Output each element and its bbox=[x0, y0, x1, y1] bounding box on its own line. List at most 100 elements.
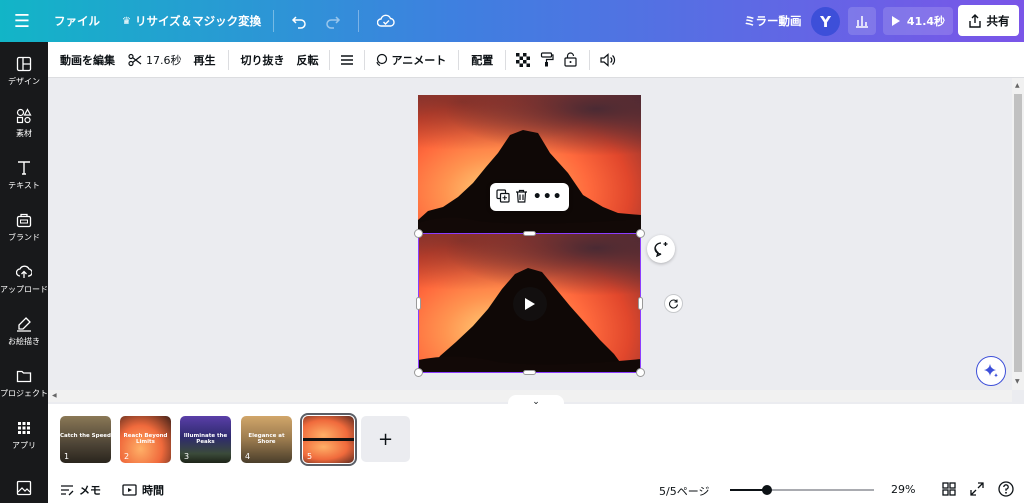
flip-button[interactable]: 反転 bbox=[297, 52, 319, 68]
more-options-icon[interactable]: ••• bbox=[533, 189, 563, 205]
resize-handle-bottom[interactable] bbox=[523, 370, 536, 375]
vertical-scrollbar[interactable]: ▲ ▼ bbox=[1012, 78, 1024, 390]
transparency-icon[interactable] bbox=[516, 52, 531, 67]
paint-roller-icon[interactable] bbox=[540, 52, 554, 67]
sidebar-item-label: デザイン bbox=[8, 77, 40, 86]
animate-icon bbox=[375, 53, 387, 66]
divider bbox=[589, 49, 591, 70]
sidebar-item-projects[interactable]: プロジェクト bbox=[0, 368, 48, 399]
animate-label: アニメート bbox=[391, 53, 447, 67]
scroll-up-icon[interactable]: ▲ bbox=[1015, 82, 1020, 89]
resize-handle-top-left[interactable] bbox=[414, 229, 423, 238]
resize-handle-bottom-left[interactable] bbox=[414, 368, 423, 377]
scroll-down-icon[interactable]: ▼ bbox=[1015, 378, 1020, 385]
draw-icon bbox=[17, 317, 31, 332]
present-duration: 41.4秒 bbox=[906, 15, 946, 28]
duplicate-icon[interactable] bbox=[496, 188, 510, 206]
fullscreen-icon[interactable] bbox=[970, 482, 984, 499]
magic-assistant-button[interactable] bbox=[976, 356, 1006, 386]
rotate-button[interactable] bbox=[664, 294, 683, 313]
sidebar-item-photos[interactable] bbox=[0, 480, 48, 496]
page-thumbnail-4[interactable]: Elegance at Shore 4 bbox=[241, 416, 292, 463]
comment-add-icon bbox=[654, 242, 668, 257]
page-indicator[interactable]: 5/5ページ bbox=[659, 483, 709, 499]
animate-button[interactable]: アニメート bbox=[374, 52, 447, 68]
image-icon bbox=[16, 480, 32, 496]
sidebar-item-brand[interactable]: ブランド bbox=[0, 212, 48, 243]
volume-icon[interactable] bbox=[600, 52, 616, 67]
menu-icon[interactable]: ☰ bbox=[0, 0, 44, 42]
sidebar-item-design[interactable]: デザイン bbox=[0, 56, 48, 87]
page-thumbnail-2[interactable]: Reach Beyond Limits 2 bbox=[120, 416, 171, 463]
notes-button[interactable]: メモ bbox=[60, 482, 101, 498]
page-thumbnail-5[interactable]: 5 bbox=[300, 413, 357, 466]
edit-video-button[interactable]: 動画を編集 bbox=[60, 52, 115, 68]
scroll-left-icon[interactable]: ◀ bbox=[52, 392, 57, 399]
file-menu-button[interactable]: ファイル bbox=[54, 13, 100, 29]
lock-icon[interactable] bbox=[564, 52, 577, 67]
divider bbox=[273, 10, 275, 32]
undo-icon[interactable] bbox=[286, 8, 312, 34]
zoom-slider[interactable] bbox=[730, 485, 874, 495]
sidebar-item-text[interactable]: テキスト bbox=[0, 160, 48, 191]
thumbnail-number: 5 bbox=[307, 452, 313, 461]
play-video-button[interactable] bbox=[513, 287, 547, 321]
resize-handle-top-right[interactable] bbox=[636, 229, 645, 238]
page-thumbnail-1[interactable]: Catch the Speed 1 bbox=[60, 416, 111, 463]
plus-icon: + bbox=[377, 428, 394, 450]
avatar[interactable]: Y bbox=[811, 7, 840, 36]
share-button[interactable]: 共有 bbox=[958, 5, 1019, 36]
trim-button[interactable]: 17.6秒 bbox=[128, 52, 182, 68]
resize-handle-right[interactable] bbox=[638, 297, 643, 310]
cloud-saved-icon[interactable] bbox=[373, 8, 399, 34]
project-title[interactable]: ミラー動画 bbox=[744, 13, 802, 29]
upload-icon bbox=[16, 265, 32, 278]
element-quick-actions: ••• bbox=[490, 183, 569, 211]
grid-view-icon[interactable] bbox=[942, 482, 956, 499]
vertical-scroll-thumb[interactable] bbox=[1014, 94, 1022, 372]
timer-icon bbox=[122, 483, 137, 496]
add-comment-button[interactable] bbox=[647, 235, 675, 263]
notes-icon bbox=[61, 484, 74, 495]
apps-icon bbox=[18, 422, 30, 434]
folder-icon bbox=[16, 370, 32, 383]
video-frame-top[interactable] bbox=[418, 95, 641, 233]
resize-button[interactable]: ♛ リサイズ＆マジック変換 bbox=[122, 13, 261, 29]
position-button[interactable]: 配置 bbox=[471, 52, 493, 68]
resize-handle-left[interactable] bbox=[416, 297, 421, 310]
trim-duration: 17.6秒 bbox=[146, 53, 182, 67]
border-style-icon[interactable] bbox=[340, 54, 354, 66]
page-thumbnail-3[interactable]: Illuminate the Peaks 3 bbox=[180, 416, 231, 463]
crop-button[interactable]: 切り抜き bbox=[241, 52, 285, 68]
help-icon[interactable] bbox=[998, 481, 1014, 500]
sidebar-item-label: お絵描き bbox=[8, 337, 40, 346]
redo-icon[interactable] bbox=[320, 8, 346, 34]
thumbnail-caption: Elegance at Shore bbox=[248, 433, 285, 445]
zoom-level[interactable]: 29% bbox=[891, 483, 915, 496]
trash-icon[interactable] bbox=[515, 189, 528, 206]
sidebar-item-upload[interactable]: アップロード bbox=[0, 264, 48, 295]
page-timeline: Catch the Speed 1 Reach Beyond Limits 2 … bbox=[48, 404, 1024, 476]
thumbnail-number: 4 bbox=[245, 452, 251, 461]
sidebar-item-draw[interactable]: お絵描き bbox=[0, 316, 48, 347]
brand-icon bbox=[16, 213, 32, 228]
add-page-button[interactable]: + bbox=[361, 416, 410, 462]
pushup-silhouette bbox=[418, 130, 641, 233]
present-button[interactable]: 41.4秒 bbox=[883, 7, 953, 35]
thumbnail-caption: Catch the Speed bbox=[60, 433, 111, 439]
layout-icon bbox=[16, 56, 32, 72]
sidebar-item-label: ブランド bbox=[8, 233, 40, 242]
play-icon bbox=[891, 16, 900, 26]
text-icon bbox=[18, 161, 30, 175]
sidebar-item-apps[interactable]: アプリ bbox=[0, 420, 48, 451]
sidebar-item-elements[interactable]: 素材 bbox=[0, 108, 48, 139]
insights-button[interactable] bbox=[848, 7, 876, 35]
thumbnail-divider bbox=[303, 438, 354, 441]
thumbnail-caption: Illuminate the Peaks bbox=[183, 433, 228, 445]
resize-handle-top[interactable] bbox=[523, 231, 536, 236]
timer-button[interactable]: 時間 bbox=[122, 482, 164, 498]
resize-handle-bottom-right[interactable] bbox=[636, 368, 645, 377]
resize-label: リサイズ＆マジック変換 bbox=[134, 14, 262, 28]
playback-button[interactable]: 再生 bbox=[194, 52, 216, 68]
zoom-slider-knob[interactable] bbox=[762, 485, 773, 495]
